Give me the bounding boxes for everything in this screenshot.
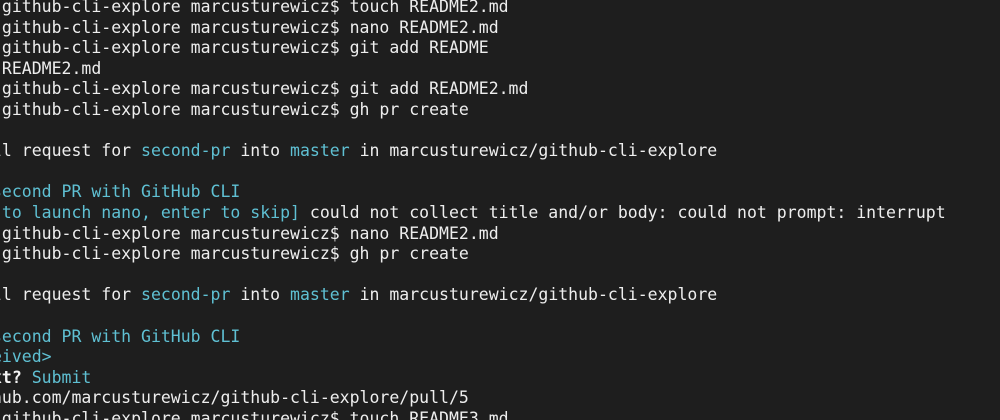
terminal-text-segment: Submit [21, 367, 92, 387]
terminal-text-segment: ll request for [0, 141, 142, 161]
terminal-line: second PR with GitHub CLI [0, 327, 946, 348]
terminal-line: README2.md [0, 59, 946, 80]
terminal-line: ll request for second-pr into master in … [0, 141, 946, 162]
terminal-text-segment: second PR with GitHub CLI [0, 182, 241, 202]
terminal-text-segment: to launch nano, enter to skip] [0, 202, 300, 222]
terminal-text-segment: second-pr [141, 141, 231, 161]
terminal-line: hub.com/marcusturewicz/github-cli-explor… [0, 388, 946, 409]
terminal-line: second PR with GitHub CLI [0, 182, 946, 203]
terminal-text-segment: :github-cli-explore marcusturewicz$ nano… [0, 223, 499, 243]
terminal-text-segment: :github-cli-explore marcusturewicz$ git … [0, 79, 529, 99]
terminal-window[interactable]: :github-cli-explore marcusturewicz$ touc… [0, 0, 1000, 420]
terminal-line: eived> [0, 347, 946, 368]
terminal-line: :github-cli-explore marcusturewicz$ gh p… [0, 244, 946, 265]
terminal-text-segment: in marcusturewicz/github-cli-explore [349, 141, 718, 161]
terminal-text-segment: :github-cli-explore marcusturewicz$ git … [0, 38, 489, 58]
terminal-line: ll request for second-pr into master in … [0, 285, 946, 306]
terminal-line: xt? Submit [0, 368, 946, 389]
terminal-line: to launch nano, enter to skip] could not… [0, 203, 946, 224]
terminal-line: :github-cli-explore marcusturewicz$ nano… [0, 224, 946, 245]
terminal-text-segment: in marcusturewicz/github-cli-explore [349, 285, 718, 305]
terminal-text-segment: eived> [0, 347, 52, 367]
terminal-text-segment: master [290, 141, 350, 161]
terminal-text-segment: ll request for [0, 285, 142, 305]
terminal-text-segment: README2.md [0, 58, 102, 78]
terminal-line: :github-cli-explore marcusturewicz$ nano… [0, 18, 946, 39]
terminal-line: :github-cli-explore marcusturewicz$ touc… [0, 409, 946, 420]
terminal-text-segment: :github-cli-explore marcusturewicz$ touc… [0, 408, 509, 420]
terminal-text-segment: xt? [0, 367, 22, 387]
terminal-output: :github-cli-explore marcusturewicz$ touc… [0, 0, 946, 420]
terminal-text-segment: master [290, 285, 350, 305]
terminal-line: :github-cli-explore marcusturewicz$ touc… [0, 0, 946, 18]
terminal-line: :github-cli-explore marcusturewicz$ git … [0, 38, 946, 59]
terminal-text-segment: :github-cli-explore marcusturewicz$ nano… [0, 17, 499, 37]
terminal-text-segment: into [230, 285, 291, 305]
terminal-text-segment: second-pr [141, 285, 231, 305]
terminal-text-segment: :github-cli-explore marcusturewicz$ gh p… [0, 244, 469, 264]
terminal-text-segment: could not collect title and/or body: cou… [299, 202, 946, 222]
terminal-line: :github-cli-explore marcusturewicz$ gh p… [0, 100, 946, 121]
terminal-line: :github-cli-explore marcusturewicz$ git … [0, 79, 946, 100]
terminal-text-segment: into [230, 141, 291, 161]
terminal-text-segment: :github-cli-explore marcusturewicz$ touc… [0, 0, 509, 16]
terminal-text-segment: second PR with GitHub CLI [0, 326, 241, 346]
terminal-text-segment: hub.com/marcusturewicz/github-cli-explor… [0, 388, 469, 408]
terminal-text-segment: :github-cli-explore marcusturewicz$ gh p… [0, 99, 469, 119]
